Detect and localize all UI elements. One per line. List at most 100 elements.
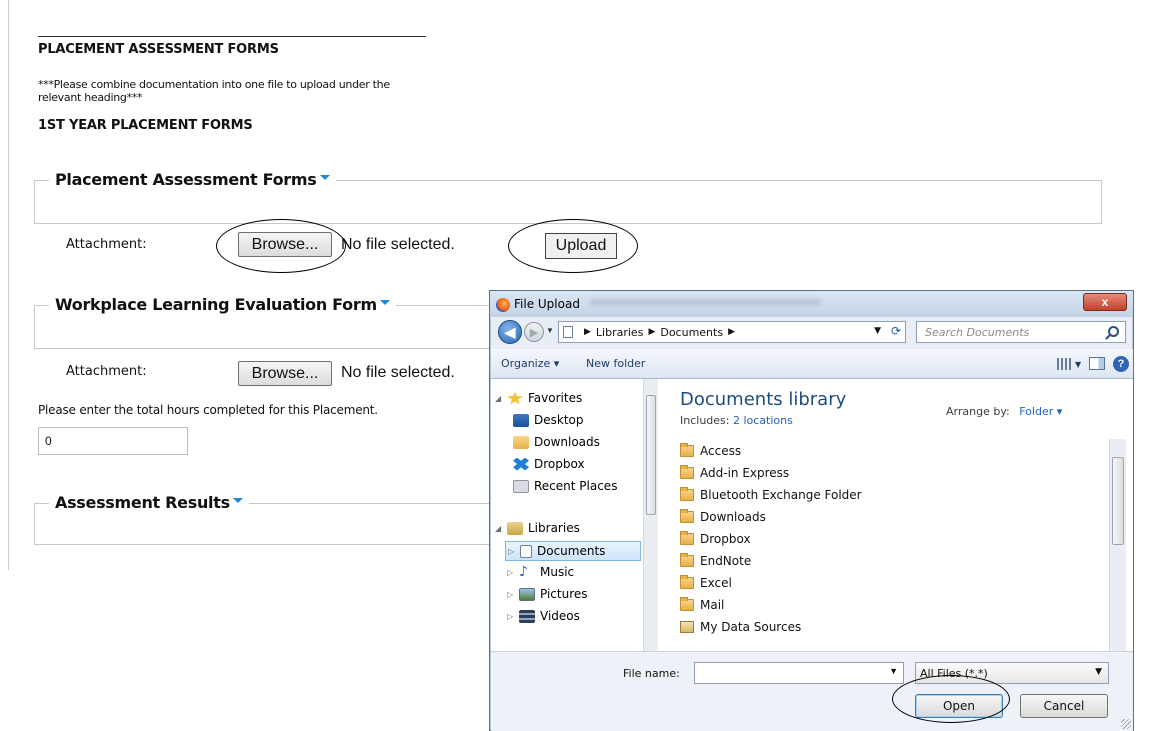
navigation-pane: ◢ Favorites Desktop Downloads Dropbox Re… bbox=[491, 379, 658, 651]
pictures-icon bbox=[519, 587, 535, 601]
dialog-title: File Upload bbox=[514, 297, 580, 311]
file-list-item[interactable]: Access bbox=[680, 443, 741, 458]
nav-documents[interactable]: ▷ Documents bbox=[505, 541, 641, 561]
collapse-arrow-icon[interactable] bbox=[379, 300, 390, 305]
recent-places-icon bbox=[513, 479, 529, 493]
folder-icon bbox=[680, 465, 694, 479]
address-dropdown-icon[interactable]: ▼ bbox=[874, 326, 881, 336]
browse-button[interactable]: Browse... bbox=[238, 232, 332, 257]
locations-link[interactable]: 2 locations bbox=[733, 414, 793, 427]
search-icon[interactable] bbox=[1108, 326, 1119, 337]
forward-arrow-icon[interactable]: ▶ bbox=[524, 322, 544, 342]
nav-label: Videos bbox=[540, 609, 580, 623]
attachment-label: Attachment: bbox=[66, 364, 147, 379]
blurred-window-title bbox=[590, 299, 820, 305]
library-includes: Includes: 2 locations bbox=[680, 414, 793, 427]
file-list-item[interactable]: Bluetooth Exchange Folder bbox=[680, 487, 862, 502]
section-legend[interactable]: Assessment Results bbox=[49, 493, 249, 512]
back-arrow-icon[interactable]: ◀ bbox=[498, 320, 522, 344]
browse-button[interactable]: Browse... bbox=[238, 361, 332, 386]
upload-button[interactable]: Upload bbox=[545, 233, 617, 259]
file-status: No file selected. bbox=[341, 236, 455, 253]
file-type-value: All Files (*.*) bbox=[920, 666, 988, 680]
file-list-item[interactable]: My Data Sources bbox=[680, 620, 801, 634]
file-list-item[interactable]: Mail bbox=[680, 597, 724, 612]
placement-assessment-section: Placement Assessment Forms bbox=[34, 170, 1102, 224]
nav-label: Favorites bbox=[528, 391, 583, 405]
dialog-toolbar: Organize ▾ New folder ▼ ? bbox=[491, 349, 1133, 379]
organize-menu[interactable]: Organize ▾ bbox=[501, 357, 559, 370]
hours-input[interactable]: 0 bbox=[38, 427, 188, 455]
close-button[interactable]: x bbox=[1083, 293, 1127, 311]
file-list-item[interactable]: Excel bbox=[680, 575, 732, 590]
file-status: No file selected. bbox=[341, 364, 455, 381]
nav-label: Recent Places bbox=[534, 479, 618, 493]
attachment-label: Attachment: bbox=[66, 237, 147, 252]
folder-icon bbox=[680, 575, 694, 589]
nav-label: Dropbox bbox=[534, 457, 585, 471]
recent-pages-dropdown-icon[interactable]: ▼ bbox=[546, 326, 554, 335]
nav-label: Downloads bbox=[534, 435, 600, 449]
resize-grip[interactable] bbox=[1121, 719, 1131, 729]
file-name-dropdown-icon[interactable]: ▼ bbox=[889, 666, 898, 676]
collapse-arrow-icon[interactable] bbox=[319, 175, 330, 180]
address-row: ◀ ▶ ▼ ▶ Libraries ▶ Documents ▶ ▼ ⟳ Sear… bbox=[490, 317, 1133, 347]
nav-libraries[interactable]: ◢ Libraries bbox=[495, 521, 580, 535]
nav-music[interactable]: ▷ ♪ Music bbox=[507, 565, 575, 580]
nav-scrollbar[interactable] bbox=[643, 379, 658, 651]
file-name-input[interactable]: ▼ bbox=[694, 662, 904, 684]
file-list-item[interactable]: Add-in Express bbox=[680, 465, 789, 480]
arrange-by: Arrange by: Folder ▾ bbox=[946, 405, 1062, 418]
nav-desktop[interactable]: Desktop bbox=[513, 413, 584, 427]
file-list-item[interactable]: Dropbox bbox=[680, 531, 751, 546]
preview-pane-icon[interactable] bbox=[1089, 357, 1105, 370]
folder-icon bbox=[680, 509, 694, 523]
hours-label: Please enter the total hours completed f… bbox=[38, 403, 378, 417]
nav-dropbox[interactable]: Dropbox bbox=[513, 457, 585, 471]
page-heading: PLACEMENT ASSESSMENT FORMS bbox=[38, 42, 279, 57]
desktop-icon bbox=[513, 413, 529, 427]
includes-label: Includes: bbox=[680, 414, 730, 427]
file-type-select[interactable]: All Files (*.*) ▼ bbox=[915, 662, 1109, 684]
cancel-button[interactable]: Cancel bbox=[1020, 694, 1108, 718]
search-input[interactable]: Search Documents bbox=[916, 321, 1126, 343]
file-list-scrollbar[interactable] bbox=[1109, 439, 1126, 651]
arrange-dropdown[interactable]: Folder ▾ bbox=[1019, 405, 1062, 418]
nav-recent-places[interactable]: Recent Places bbox=[513, 479, 617, 493]
section-legend[interactable]: Workplace Learning Evaluation Form bbox=[49, 295, 396, 314]
documents-icon bbox=[520, 544, 532, 558]
file-list-item[interactable]: Downloads bbox=[680, 509, 766, 524]
nav-scroll-thumb[interactable] bbox=[646, 395, 656, 515]
new-folder-button[interactable]: New folder bbox=[586, 357, 645, 370]
nav-downloads[interactable]: Downloads bbox=[513, 435, 600, 449]
file-list-item[interactable]: EndNote bbox=[680, 553, 751, 568]
downloads-folder-icon bbox=[513, 435, 529, 449]
nav-label: Documents bbox=[537, 544, 606, 558]
nav-videos[interactable]: ▷ Videos bbox=[507, 609, 580, 623]
nav-label: Pictures bbox=[540, 587, 588, 601]
refresh-icon[interactable]: ⟳ bbox=[891, 324, 901, 338]
dialog-footer: File name: ▼ All Files (*.*) ▼ Open Canc… bbox=[491, 651, 1133, 731]
view-options-icon[interactable] bbox=[1057, 358, 1071, 370]
view-dropdown-icon[interactable]: ▼ bbox=[1075, 360, 1081, 369]
search-placeholder: Search Documents bbox=[925, 325, 1030, 339]
section-title: Placement Assessment Forms bbox=[55, 170, 317, 189]
breadcrumb-documents[interactable]: Documents bbox=[660, 326, 723, 339]
folder-icon bbox=[680, 597, 694, 611]
videos-icon bbox=[519, 609, 535, 623]
file-upload-dialog: File Upload x ◀ ▶ ▼ ▶ Libraries ▶ Docume… bbox=[489, 290, 1134, 731]
collapse-arrow-icon[interactable] bbox=[232, 498, 243, 503]
nav-favorites[interactable]: ◢ Favorites bbox=[495, 391, 582, 405]
nav-pictures[interactable]: ▷ Pictures bbox=[507, 587, 588, 601]
file-list-scroll-thumb[interactable] bbox=[1112, 457, 1124, 545]
chevron-down-icon[interactable]: ▼ bbox=[1095, 667, 1102, 677]
help-icon[interactable]: ? bbox=[1113, 356, 1129, 372]
open-button[interactable]: Open bbox=[915, 694, 1003, 718]
nav-label: Music bbox=[540, 565, 575, 579]
arrange-label: Arrange by: bbox=[946, 405, 1010, 418]
section-legend[interactable]: Placement Assessment Forms bbox=[49, 170, 336, 189]
breadcrumb-libraries[interactable]: Libraries bbox=[596, 326, 644, 339]
address-bar[interactable]: ▶ Libraries ▶ Documents ▶ ▼ ⟳ bbox=[558, 321, 906, 343]
libraries-icon bbox=[507, 521, 523, 535]
dialog-titlebar[interactable]: File Upload x bbox=[490, 291, 1133, 317]
